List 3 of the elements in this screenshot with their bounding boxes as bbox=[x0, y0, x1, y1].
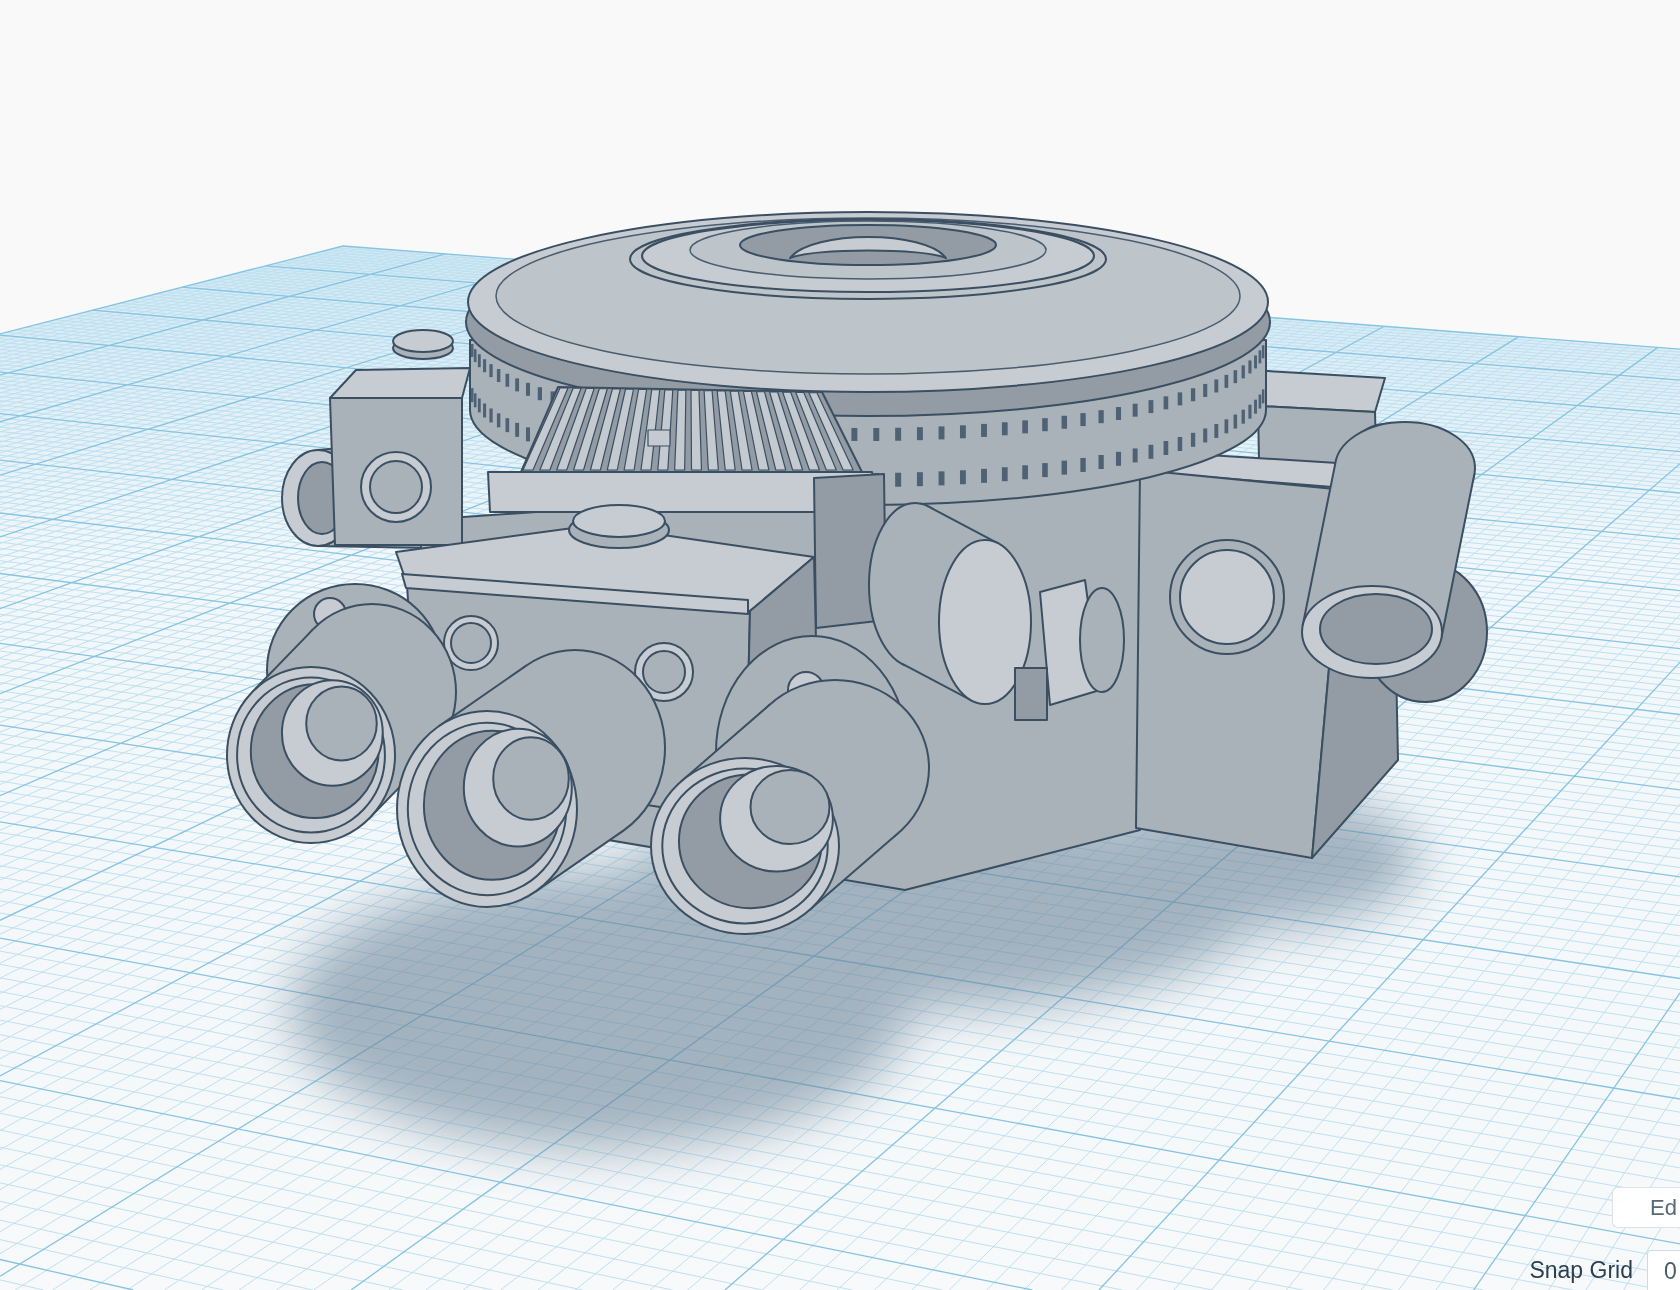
snap-grid-field[interactable]: 0 bbox=[1647, 1250, 1680, 1290]
snap-grid-label: Snap Grid bbox=[1529, 1256, 1633, 1284]
edit-grid-button[interactable]: Ed bbox=[1612, 1187, 1680, 1228]
